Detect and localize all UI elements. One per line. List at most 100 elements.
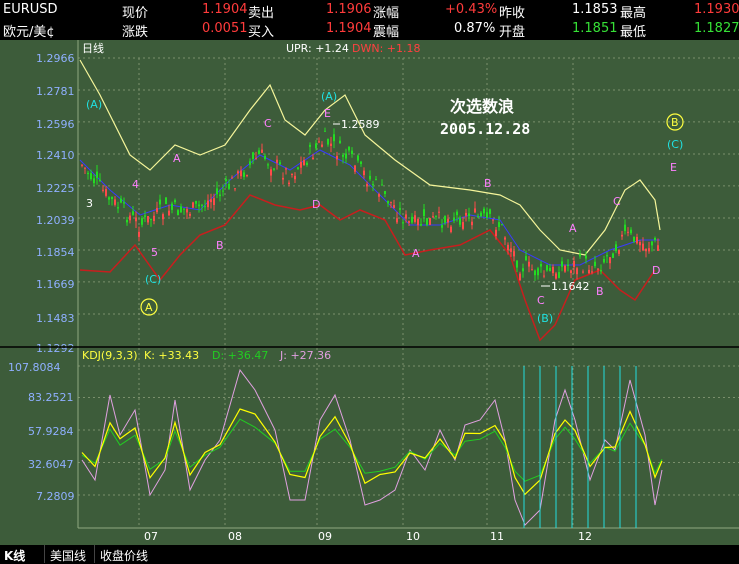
candle-body: [81, 164, 83, 166]
candle-body: [555, 273, 557, 279]
candle-body: [456, 211, 458, 216]
wave-label: (A): [321, 90, 337, 103]
candle-body: [171, 203, 173, 210]
y-tick: 32.6047: [28, 458, 74, 471]
candle-body: [468, 213, 470, 217]
candle-body: [126, 219, 128, 223]
candle-body: [258, 150, 260, 155]
low-marker-label: 1.1642: [551, 280, 590, 293]
candle-body: [537, 268, 539, 276]
wave-label: (C): [667, 138, 683, 151]
label-prev-close: 昨收: [499, 6, 526, 21]
candle-body: [114, 199, 116, 205]
y-tick: 1.1854: [36, 246, 75, 259]
candle-body: [531, 269, 533, 271]
candle-body: [546, 265, 548, 271]
tab-candlestick[interactable]: K线: [4, 547, 25, 564]
candle-body: [348, 146, 350, 151]
candle-body: [231, 177, 233, 179]
candle-body: [303, 160, 305, 166]
candle-body: [108, 197, 110, 200]
tab-close-line[interactable]: 收盘价线: [100, 547, 148, 564]
label-open: 开盘: [499, 25, 526, 40]
candle-body: [312, 157, 314, 160]
tab-divider: [44, 545, 45, 563]
candle-body: [618, 250, 620, 254]
candle-body: [549, 267, 551, 272]
candle-body: [393, 205, 395, 208]
wave-label: A: [412, 247, 420, 260]
candle-body: [408, 221, 410, 223]
candle-body: [480, 212, 482, 217]
candle-body: [609, 257, 611, 264]
candle-body: [564, 265, 566, 272]
candle-body: [273, 168, 275, 170]
candle-body: [93, 178, 95, 184]
candle-body: [459, 217, 461, 225]
candle-body: [453, 217, 455, 221]
y-tick: 57.9284: [28, 425, 74, 438]
candle-body: [243, 172, 245, 177]
candle-body: [438, 211, 440, 213]
label-low: 最低: [620, 25, 647, 40]
candle-body: [270, 169, 272, 176]
candle-body: [432, 216, 434, 218]
candle-body: [183, 208, 185, 210]
candle-body: [633, 236, 635, 242]
y-tick: 1.2596: [36, 118, 75, 131]
wave-label: 5: [151, 246, 158, 259]
candle-body: [222, 190, 224, 192]
candle-body: [342, 154, 344, 157]
analysis-title: 次选数浪: [450, 97, 514, 116]
candle-body: [120, 198, 122, 203]
candle-body: [267, 164, 269, 166]
value-prev-close: 1.1853: [572, 2, 618, 17]
candle-body: [516, 260, 518, 268]
x-tick: 08: [228, 530, 242, 543]
value-ask: 1.1906: [326, 2, 372, 17]
candle-body: [561, 261, 563, 267]
kdj-legend-k: K: +33.43: [144, 349, 199, 362]
candle-body: [168, 210, 170, 216]
candle-body: [441, 225, 443, 228]
candle-body: [162, 214, 164, 220]
candle-body: [639, 242, 641, 246]
candle-body: [588, 269, 590, 274]
candle-body: [102, 189, 104, 191]
candle-body: [234, 188, 236, 190]
candle-body: [510, 248, 512, 252]
candle-body: [369, 175, 371, 180]
candle-body: [582, 271, 584, 273]
candle-body: [627, 231, 629, 233]
candle-body: [540, 263, 542, 267]
candle-body: [330, 143, 332, 146]
wave-label: 4: [132, 178, 139, 191]
candle-body: [129, 215, 131, 221]
candle-body: [216, 188, 218, 195]
candle-body: [474, 208, 476, 213]
candle-body: [648, 248, 650, 252]
candle-body: [372, 184, 374, 186]
candle-body: [612, 253, 614, 258]
candle-body: [156, 208, 158, 213]
candle-body: [324, 130, 326, 132]
candle-body: [363, 170, 365, 176]
candle-body: [387, 200, 389, 204]
candle-body: [489, 209, 491, 214]
candle-body: [132, 211, 134, 215]
chart-type-tabs: K线 美国线 收盘价线: [0, 545, 739, 563]
x-tick: 10: [406, 530, 420, 543]
chart-area[interactable]: 日线 UPR: +1.24 DWN: +1.18 1.2966 1.2781 1…: [0, 40, 739, 545]
candle-body: [141, 218, 143, 225]
candle-body: [417, 218, 419, 226]
value-change: 0.0051: [202, 21, 248, 36]
x-tick: 11: [490, 530, 504, 543]
candle-body: [567, 264, 569, 266]
candle-body: [99, 179, 101, 181]
candle-body: [579, 254, 581, 257]
tab-ohlc[interactable]: 美国线: [50, 547, 86, 564]
label-change-pct: 涨幅: [373, 6, 400, 21]
wave-label: (C): [145, 273, 161, 286]
candle-body: [117, 207, 119, 209]
candle-body: [645, 248, 647, 252]
